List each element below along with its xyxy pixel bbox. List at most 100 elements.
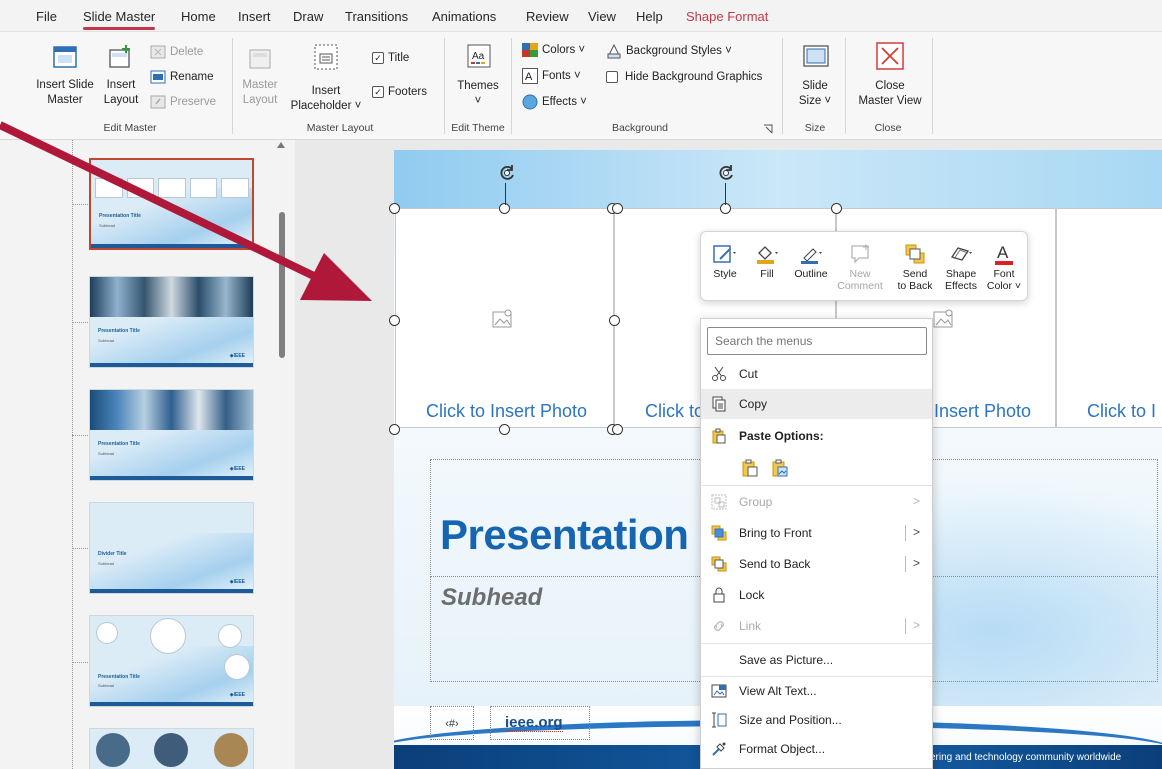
mini-send-to-back-button[interactable]: Send to Back xyxy=(893,240,937,292)
tab-transitions[interactable]: Transitions xyxy=(345,9,408,24)
tab-insert[interactable]: Insert xyxy=(238,9,271,24)
footers-checkbox[interactable]: ✓ Footers xyxy=(372,86,427,98)
menu-item-save-as-picture[interactable]: Save as Picture... xyxy=(701,645,932,675)
resize-handle[interactable] xyxy=(831,203,842,214)
themes-icon[interactable]: Aa xyxy=(467,44,491,68)
insert-placeholder-icon[interactable] xyxy=(313,43,339,71)
insert-slide-master-icon[interactable] xyxy=(52,44,78,70)
close-master-view-label-2: Master View xyxy=(858,95,922,107)
submenu-chevron-icon[interactable]: > xyxy=(913,556,920,570)
rotate-handle-stem xyxy=(505,183,506,205)
resize-handle[interactable] xyxy=(612,424,623,435)
layout-connector-line xyxy=(72,204,88,205)
rename-button[interactable]: Rename xyxy=(150,70,213,84)
background-styles-button[interactable]: Background Styles ˅ xyxy=(606,43,732,59)
slide-thumbnail[interactable] xyxy=(89,728,254,769)
menu-item-link[interactable]: Link > xyxy=(701,611,932,641)
hide-background-graphics-checkbox[interactable]: Hide Background Graphics xyxy=(606,71,762,83)
colors-button[interactable]: Colors ˅ xyxy=(522,43,585,57)
svg-text:Aa: Aa xyxy=(472,51,485,62)
themes-button[interactable]: Themes ˅ xyxy=(452,79,504,109)
bring-to-front-icon xyxy=(711,525,727,541)
resize-handle[interactable] xyxy=(389,424,400,435)
mini-new-comment-label-2: Comment xyxy=(837,280,883,292)
dialog-launcher-icon[interactable] xyxy=(763,124,773,134)
close-master-view-button[interactable]: Close Master View xyxy=(853,79,927,109)
master-layout-icon[interactable] xyxy=(248,48,272,70)
thumbnail-scrollbar-thumb[interactable] xyxy=(279,212,285,358)
slide-thumbnail[interactable]: Presentation Title Subhead ◆IEEE xyxy=(89,389,254,481)
title-checkbox[interactable]: ✓ Title xyxy=(372,52,409,64)
tab-view[interactable]: View xyxy=(588,9,616,24)
mini-style-button[interactable]: Style xyxy=(707,240,743,280)
delete-button[interactable]: Delete xyxy=(150,45,203,59)
menu-separator xyxy=(701,485,932,486)
paste-as-picture-icon[interactable] xyxy=(771,459,789,477)
mini-fill-button[interactable]: Fill xyxy=(749,240,785,280)
slide-size-icon[interactable] xyxy=(802,44,830,70)
menu-item-view-alt-text[interactable]: View Alt Text... xyxy=(701,676,932,706)
mini-outline-button[interactable]: Outline xyxy=(789,240,833,280)
submenu-chevron-icon[interactable]: > xyxy=(913,525,920,539)
close-master-view-icon[interactable] xyxy=(875,41,905,71)
insert-layout-icon[interactable] xyxy=(107,44,133,70)
insert-slide-master-button[interactable]: Insert Slide Master xyxy=(30,78,100,108)
menu-item-cut[interactable]: Cut xyxy=(701,359,932,389)
menu-search-input[interactable] xyxy=(707,327,927,355)
slide-number-placeholder[interactable]: ‹#› xyxy=(430,706,474,740)
slide-thumbnail[interactable]: Presentation Title Subhead ◆IEEE xyxy=(89,276,254,368)
resize-handle[interactable] xyxy=(609,315,620,326)
tab-review[interactable]: Review xyxy=(526,9,569,24)
footer-site-placeholder[interactable]: ieee.org xyxy=(490,706,590,740)
master-layout-button[interactable]: Master Layout xyxy=(238,78,282,108)
tab-home[interactable]: Home xyxy=(181,9,216,24)
rotate-handle-icon[interactable] xyxy=(716,163,736,183)
menu-item-bring-to-front[interactable]: Bring to Front > xyxy=(701,518,932,548)
slide-thumbnail[interactable]: Divider Title Subhead ◆IEEE xyxy=(89,502,254,594)
mini-shape-effects-button[interactable]: Shape Effects xyxy=(939,240,983,292)
fonts-button[interactable]: A Fonts ˅ xyxy=(522,68,581,84)
rotate-handle-stem xyxy=(725,183,726,205)
photo-placeholder-text: Click to Insert Photo xyxy=(426,401,588,421)
insert-placeholder-button[interactable]: Insert Placeholder ˅ xyxy=(284,84,368,114)
menu-item-format-object[interactable]: Format Object... xyxy=(701,734,932,764)
preserve-button[interactable]: Preserve xyxy=(150,95,216,109)
tab-draw[interactable]: Draw xyxy=(293,9,323,24)
font-color-icon: A xyxy=(995,243,1013,265)
menu-item-label: Save as Picture... xyxy=(739,653,834,667)
effects-button[interactable]: Effects ˅ xyxy=(522,94,587,110)
slide-thumbnail[interactable]: Presentation Title Subhead xyxy=(89,158,254,250)
thumbnail-ieee-logo: ◆IEEE xyxy=(229,692,245,698)
resize-handle[interactable] xyxy=(499,424,510,435)
rotate-handle-icon[interactable] xyxy=(497,163,517,183)
tab-shape-format[interactable]: Shape Format xyxy=(686,9,768,24)
menu-item-group[interactable]: Group > xyxy=(701,487,932,517)
resize-handle[interactable] xyxy=(612,203,623,214)
insert-layout-button[interactable]: Insert Layout xyxy=(100,78,142,108)
comment-icon xyxy=(851,244,869,264)
mini-font-color-button[interactable]: A Font Color ˅ xyxy=(983,240,1025,292)
tab-animations[interactable]: Animations xyxy=(432,9,496,24)
menu-item-size-and-position[interactable]: Size and Position... xyxy=(701,705,932,735)
scissors-icon xyxy=(712,366,726,381)
hide-background-graphics-check-icon xyxy=(606,71,618,83)
mini-new-comment-label-1: New xyxy=(849,268,871,280)
ribbon-divider xyxy=(232,38,233,134)
paste-keep-formatting-icon[interactable] xyxy=(741,459,759,477)
menu-item-copy[interactable]: Copy xyxy=(701,389,932,419)
menu-item-lock[interactable]: Lock xyxy=(701,580,932,610)
photo-placeholder[interactable]: Click to I xyxy=(1056,208,1162,428)
tab-file[interactable]: File xyxy=(36,9,57,24)
slide-thumbnail[interactable]: Presentation Title Subhead ◆IEEE xyxy=(89,615,254,707)
tab-slide-master[interactable]: Slide Master xyxy=(83,9,156,30)
menu-item-send-to-back[interactable]: Send to Back > xyxy=(701,549,932,579)
mini-new-comment-button[interactable]: New Comment xyxy=(835,240,885,292)
tab-help[interactable]: Help xyxy=(636,9,663,24)
photo-placeholder[interactable]: Click to Insert Photo xyxy=(395,208,614,428)
slide-size-button[interactable]: Slide Size ˅ xyxy=(792,79,838,109)
menu-item-label: View Alt Text... xyxy=(739,684,817,698)
scroll-up-arrow-icon[interactable] xyxy=(277,142,285,148)
group-label-edit-theme: Edit Theme xyxy=(451,122,505,134)
resize-handle[interactable] xyxy=(389,203,400,214)
resize-handle[interactable] xyxy=(389,315,400,326)
